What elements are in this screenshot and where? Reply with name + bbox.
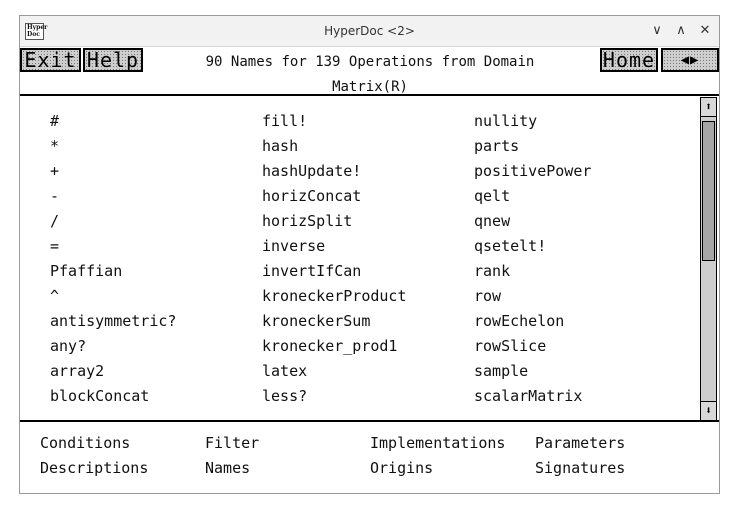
- list-item[interactable]: kroneckerProduct: [262, 284, 407, 309]
- footer-divider: [20, 420, 719, 422]
- implementations-link[interactable]: Implementations: [370, 431, 505, 456]
- list-item[interactable]: ^: [50, 284, 176, 309]
- list-item[interactable]: sample: [474, 359, 591, 384]
- exit-button[interactable]: Exit: [20, 48, 81, 72]
- list-item[interactable]: rowSlice: [474, 334, 591, 359]
- filter-link[interactable]: Filter: [205, 431, 259, 456]
- list-item[interactable]: kronecker_prod1: [262, 334, 407, 359]
- list-item[interactable]: any?: [50, 334, 176, 359]
- list-item[interactable]: qsetelt!: [474, 234, 591, 259]
- page-header: Exit Help 90 Names for 139 Operations fr…: [20, 47, 719, 96]
- list-item[interactable]: rank: [474, 259, 591, 284]
- names-column-1: # * + - / = Pfaffian ^ antisymmetric? an…: [50, 109, 176, 409]
- list-item[interactable]: less?: [262, 384, 407, 409]
- names-column-2: fill! hash hashUpdate! horizConcat horiz…: [262, 109, 407, 409]
- conditions-link[interactable]: Conditions: [40, 431, 130, 456]
- signatures-link[interactable]: Signatures: [535, 456, 625, 481]
- operation-names-list: # * + - / = Pfaffian ^ antisymmetric? an…: [20, 97, 698, 421]
- vertical-scrollbar[interactable]: ⬆ ⬇: [698, 97, 719, 421]
- list-item[interactable]: array2: [50, 359, 176, 384]
- origins-link[interactable]: Origins: [370, 456, 433, 481]
- list-item[interactable]: *: [50, 134, 176, 159]
- list-item[interactable]: qelt: [474, 184, 591, 209]
- list-item[interactable]: kroneckerSum: [262, 309, 407, 334]
- window-title: HyperDoc <2>: [324, 24, 415, 38]
- help-button[interactable]: Help: [83, 48, 143, 72]
- list-item[interactable]: antisymmetric?: [50, 309, 176, 334]
- parameters-link[interactable]: Parameters: [535, 431, 625, 456]
- page-title: 90 Names for 139 Operations from Domain …: [175, 50, 565, 100]
- scrollbar-thumb[interactable]: [702, 121, 715, 261]
- list-item[interactable]: rowEchelon: [474, 309, 591, 334]
- scroll-down-arrow-icon[interactable]: ⬇: [700, 401, 717, 421]
- list-item[interactable]: blockConcat: [50, 384, 176, 409]
- list-item[interactable]: fill!: [262, 109, 407, 134]
- list-item[interactable]: hash: [262, 134, 407, 159]
- scroll-up-arrow-icon[interactable]: ⬆: [700, 97, 717, 117]
- list-item[interactable]: -: [50, 184, 176, 209]
- back-button[interactable]: ◀▶: [661, 48, 719, 72]
- list-item[interactable]: inverse: [262, 234, 407, 259]
- list-item[interactable]: row: [474, 284, 591, 309]
- list-item[interactable]: scalarMatrix: [474, 384, 591, 409]
- header-divider: [20, 94, 719, 96]
- names-column-3: nullity parts positivePower qelt qnew qs…: [474, 109, 591, 409]
- list-item[interactable]: positivePower: [474, 159, 591, 184]
- view-options-footer: Conditions Filter Implementations Parame…: [20, 423, 719, 493]
- descriptions-link[interactable]: Descriptions: [40, 456, 148, 481]
- list-item[interactable]: horizConcat: [262, 184, 407, 209]
- list-item[interactable]: #: [50, 109, 176, 134]
- list-item[interactable]: +: [50, 159, 176, 184]
- list-item[interactable]: qnew: [474, 209, 591, 234]
- close-icon[interactable]: ✕: [695, 21, 715, 41]
- home-button[interactable]: Home: [600, 48, 658, 72]
- title-bar: Hyper Doc HyperDoc <2> ∨ ∧ ✕: [20, 16, 719, 47]
- list-item[interactable]: latex: [262, 359, 407, 384]
- names-link[interactable]: Names: [205, 456, 250, 481]
- list-item[interactable]: Pfaffian: [50, 259, 176, 284]
- hyperdoc-window: Hyper Doc HyperDoc <2> ∨ ∧ ✕ Exit Help 9…: [19, 15, 720, 494]
- list-item[interactable]: parts: [474, 134, 591, 159]
- list-item[interactable]: hashUpdate!: [262, 159, 407, 184]
- list-item[interactable]: =: [50, 234, 176, 259]
- list-item[interactable]: horizSplit: [262, 209, 407, 234]
- page-title-line1: 90 Names for 139 Operations from Domain: [205, 54, 535, 70]
- minimize-icon[interactable]: ∨: [647, 21, 667, 41]
- list-item[interactable]: /: [50, 209, 176, 234]
- list-item[interactable]: invertIfCan: [262, 259, 407, 284]
- list-item[interactable]: nullity: [474, 109, 591, 134]
- maximize-icon[interactable]: ∧: [671, 21, 691, 41]
